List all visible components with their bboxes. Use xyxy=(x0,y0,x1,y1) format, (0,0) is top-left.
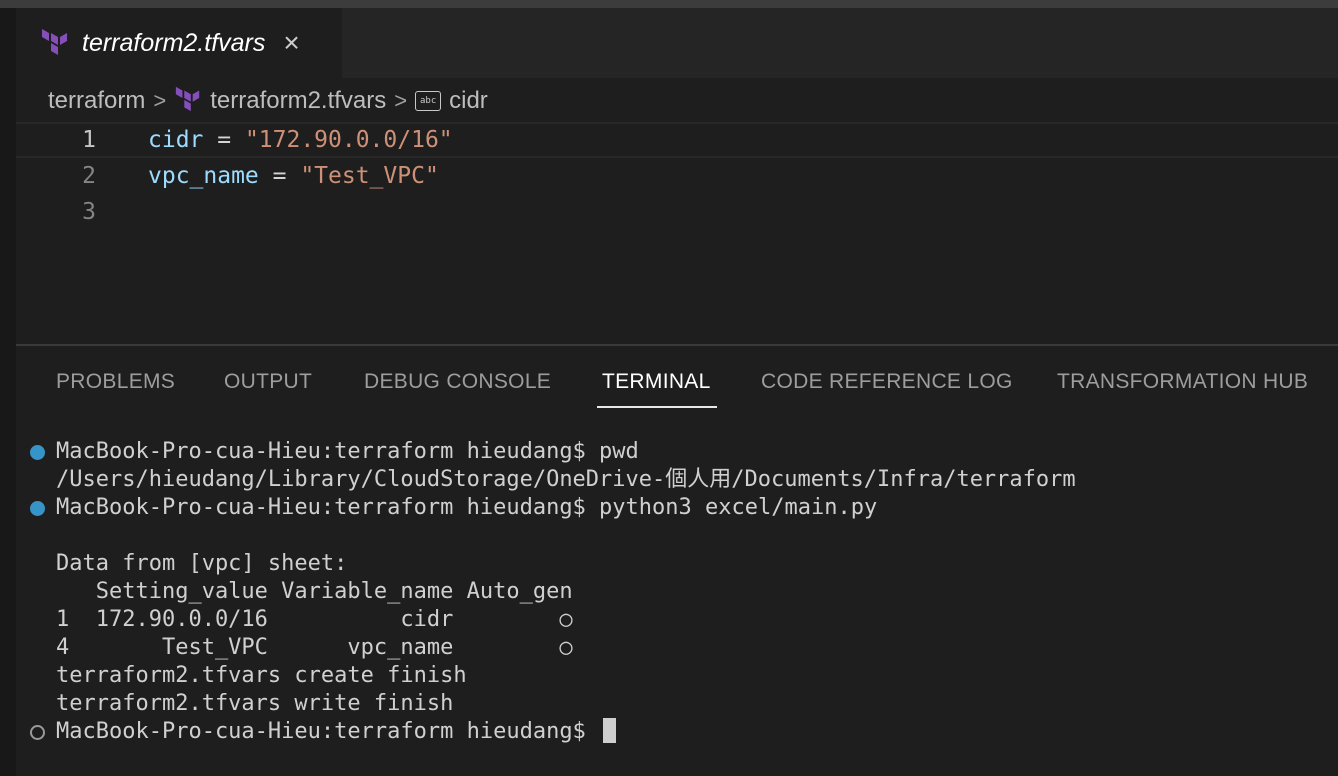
chevron-right-icon: > xyxy=(153,88,167,113)
string-abc-icon: abc xyxy=(415,91,442,111)
tab-code-reference-log[interactable]: CODE REFERENCE LOG xyxy=(761,370,1013,394)
code-string: "172.90.0.0/16" xyxy=(244,127,453,153)
line-number: 3 xyxy=(82,199,96,225)
terminal-text: MacBook-Pro-cua-Hieu:terraform hieudang$… xyxy=(56,495,878,520)
breadcrumb: terraform > terraform2.tfvars > abc cidr xyxy=(48,84,488,118)
terminal-line: MacBook-Pro-cua-Hieu:terraform hieudang$… xyxy=(16,438,1338,466)
terminal-text: 1 172.90.0.0/16 cidr ○ xyxy=(56,607,573,632)
command-pending-icon[interactable] xyxy=(30,725,45,740)
breadcrumb-file[interactable]: terraform2.tfvars xyxy=(174,84,386,119)
terminal-line: terraform2.tfvars write finish xyxy=(16,690,1338,718)
terraform-icon xyxy=(174,84,210,119)
tab-terminal[interactable]: TERMINAL xyxy=(602,370,711,394)
panel-tab-bar: PROBLEMS OUTPUT DEBUG CONSOLE TERMINAL C… xyxy=(16,346,1338,412)
editor-line[interactable]: 2 vpc_name = "Test_VPC" xyxy=(16,158,1338,194)
terminal-cursor xyxy=(603,718,617,743)
breadcrumb-symbol[interactable]: abc cidr xyxy=(415,87,488,115)
terminal-text: Setting_value Variable_name Auto_gen xyxy=(56,579,573,604)
tab-problems[interactable]: PROBLEMS xyxy=(56,370,175,394)
terminal-prompt-line[interactable]: MacBook-Pro-cua-Hieu:terraform hieudang$ xyxy=(16,718,1338,746)
tab-debug-console[interactable]: DEBUG CONSOLE xyxy=(364,370,551,394)
active-tab-indicator xyxy=(597,406,717,408)
line-number: 1 xyxy=(82,127,96,153)
breadcrumb-symbol-label: cidr xyxy=(449,87,488,114)
terminal-line: 1 172.90.0.0/16 cidr ○ xyxy=(16,606,1338,634)
code-editor[interactable]: 1 cidr = "172.90.0.0/16" 2 vpc_name = "T… xyxy=(16,122,1338,342)
editor-line[interactable]: 1 cidr = "172.90.0.0/16" xyxy=(16,122,1338,158)
terminal-prompt: MacBook-Pro-cua-Hieu:terraform hieudang$ xyxy=(56,719,600,744)
terminal-line: terraform2.tfvars create finish xyxy=(16,662,1338,690)
command-success-icon[interactable] xyxy=(30,501,45,516)
terminal-line: 4 Test_VPC vpc_name ○ xyxy=(16,634,1338,662)
code-operator: = xyxy=(258,163,301,189)
bottom-panel: PROBLEMS OUTPUT DEBUG CONSOLE TERMINAL C… xyxy=(16,344,1338,776)
tab-transformation-hub[interactable]: TRANSFORMATION HUB xyxy=(1057,370,1308,394)
terminal-text: terraform2.tfvars write finish xyxy=(56,691,454,716)
terminal-line: /Users/hieudang/Library/CloudStorage/One… xyxy=(16,466,1338,494)
terminal-output[interactable]: MacBook-Pro-cua-Hieu:terraform hieudang$… xyxy=(16,438,1338,746)
terminal-line: Data from [vpc] sheet: xyxy=(16,550,1338,578)
terminal-text: Data from [vpc] sheet: xyxy=(56,551,348,576)
tab-title: terraform2.tfvars xyxy=(82,28,266,57)
breadcrumb-file-label: terraform2.tfvars xyxy=(210,87,387,114)
close-icon[interactable]: × xyxy=(283,29,299,57)
editor-line[interactable]: 3 xyxy=(16,194,1338,230)
terraform-icon xyxy=(40,26,70,61)
window-top-strip xyxy=(0,0,1338,8)
tab-output[interactable]: OUTPUT xyxy=(224,370,312,394)
chevron-right-icon: > xyxy=(394,88,408,113)
terminal-text: MacBook-Pro-cua-Hieu:terraform hieudang$… xyxy=(56,439,639,464)
terminal-text: terraform2.tfvars create finish xyxy=(56,663,467,688)
activity-bar-edge xyxy=(0,8,16,776)
tab-terraform2-tfvars[interactable]: terraform2.tfvars × xyxy=(16,8,342,78)
terminal-line: Setting_value Variable_name Auto_gen xyxy=(16,578,1338,606)
line-code: vpc_name = "Test_VPC" xyxy=(148,163,439,189)
command-success-icon[interactable] xyxy=(30,445,45,460)
line-number: 2 xyxy=(82,163,96,189)
terminal-text: 4 Test_VPC vpc_name ○ xyxy=(56,635,573,660)
editor-tab-bar: terraform2.tfvars × xyxy=(16,8,1338,78)
code-string: "Test_VPC" xyxy=(300,163,439,189)
breadcrumb-folder[interactable]: terraform xyxy=(48,87,145,115)
code-variable: cidr xyxy=(148,127,204,153)
terminal-line: MacBook-Pro-cua-Hieu:terraform hieudang$… xyxy=(16,494,1338,522)
code-variable: vpc_name xyxy=(148,163,259,189)
line-code: cidr = "172.90.0.0/16" xyxy=(148,127,453,153)
terminal-text: /Users/hieudang/Library/CloudStorage/One… xyxy=(56,467,1076,492)
code-operator: = xyxy=(203,127,245,153)
